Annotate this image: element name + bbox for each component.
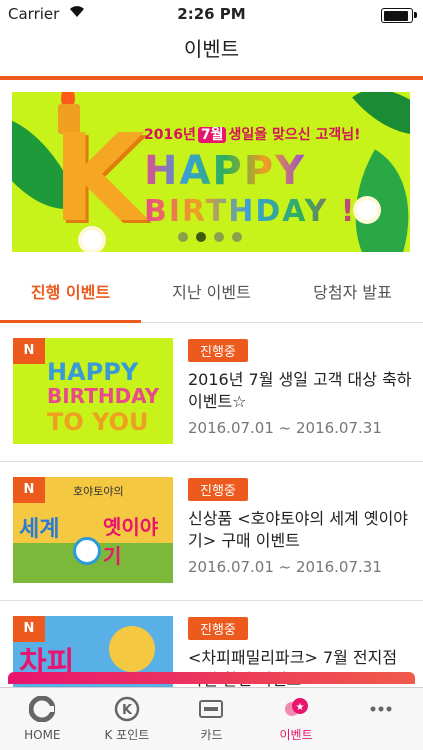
- page-dot[interactable]: [214, 232, 224, 242]
- event-period: 2016.07.01 ~ 2016.07.31: [188, 419, 382, 437]
- event-period: 2016.07.01 ~ 2016.07.31: [188, 558, 382, 576]
- banner-birthday-text: BIRTHDAY !: [144, 194, 357, 229]
- status-badge: 진행중: [188, 617, 248, 640]
- tab-winners[interactable]: 당첨자 발표: [282, 266, 423, 322]
- bottom-tab-bar: HOME K K 포인트 카드 ★ 이벤트: [0, 672, 423, 750]
- banner-k-letter: K: [52, 110, 145, 249]
- page-dot[interactable]: [232, 232, 242, 242]
- thumb-text: 호야토야의: [73, 485, 124, 498]
- header-accent-line: [0, 76, 423, 80]
- card-icon: [199, 700, 224, 718]
- thumb-text: 세계: [19, 517, 60, 542]
- tab-label: K 포인트: [104, 728, 150, 742]
- event-title: <차피패밀리파크> 7월 전지점 특별 할인 이벤트: [188, 648, 398, 689]
- thumb-text: HAPPY: [47, 358, 139, 386]
- svg-text:★: ★: [296, 702, 305, 713]
- thumb-text: 옛이야기: [103, 515, 159, 568]
- home-c-icon: [29, 696, 56, 722]
- banner-page-indicator[interactable]: [178, 232, 242, 242]
- new-badge: N: [13, 338, 45, 364]
- flower-decoration: [357, 200, 377, 220]
- event-banner[interactable]: K 2016년 7월 생일을 맞으신 고객님! HAPPY BIRTHDAY !: [12, 92, 410, 252]
- compass-icon: [73, 537, 101, 565]
- list-item[interactable]: N 호야토야의 세계 옛이야기 진행중 신상품 <호야토야의 세계 옛이야기> …: [0, 462, 423, 601]
- event-thumbnail: N 호야토야의 세계 옛이야기: [13, 477, 173, 583]
- battery-icon: [381, 8, 417, 23]
- tab-label: 카드: [200, 728, 223, 742]
- banner-happy-text: HAPPY: [144, 148, 307, 194]
- tab-k-point[interactable]: K K 포인트: [85, 688, 170, 750]
- tab-past-events[interactable]: 지난 이벤트: [141, 266, 282, 322]
- banner-birthday: BIRTHDAY !: [144, 194, 356, 229]
- tab-more[interactable]: [338, 688, 423, 750]
- clock: 2:26 PM: [177, 5, 246, 23]
- new-badge: N: [13, 477, 45, 503]
- page-dot-active[interactable]: [196, 232, 206, 242]
- page-title: 이벤트: [183, 37, 240, 61]
- status-badge: 진행중: [188, 478, 248, 501]
- page-dot[interactable]: [178, 232, 188, 242]
- more-dots-icon: [370, 706, 392, 712]
- event-title: 신상품 <호야토야의 세계 옛이야기> 구매 이벤트: [188, 509, 409, 550]
- status-bar: Carrier 2:26 PM: [0, 0, 423, 28]
- character-illustration: [109, 626, 155, 672]
- svg-text:K: K: [122, 703, 133, 718]
- event-title: 2016년 7월 생일 고객 대상 축하 이벤트☆: [188, 370, 412, 411]
- tab-card[interactable]: 카드: [169, 688, 254, 750]
- k-point-icon: K: [114, 696, 140, 722]
- thumb-text: BIRTHDAY: [47, 384, 160, 408]
- event-tabs: 진행 이벤트 지난 이벤트 당첨자 발표: [0, 266, 423, 323]
- event-star-icon: ★: [285, 698, 309, 716]
- leaf-decoration: [352, 92, 410, 159]
- banner-happy: HAPPY: [144, 148, 306, 194]
- thumb-text: TO YOU: [47, 408, 149, 436]
- nav-bar: 이벤트: [0, 28, 423, 80]
- promo-strip[interactable]: [8, 672, 415, 684]
- tab-home[interactable]: HOME: [0, 688, 85, 750]
- tab-label: 이벤트: [279, 728, 313, 742]
- tab-label: HOME: [24, 728, 61, 742]
- event-thumbnail: N HAPPY BIRTHDAY TO YOU: [13, 338, 173, 444]
- list-item[interactable]: N HAPPY BIRTHDAY TO YOU 진행중 2016년 7월 생일 …: [0, 323, 423, 462]
- status-badge: 진행중: [188, 339, 248, 362]
- tab-ongoing-events[interactable]: 진행 이벤트: [0, 266, 141, 323]
- tab-event[interactable]: ★ 이벤트: [254, 688, 339, 750]
- banner-subtitle: 2016년 7월 생일을 맞으신 고객님!: [144, 127, 361, 143]
